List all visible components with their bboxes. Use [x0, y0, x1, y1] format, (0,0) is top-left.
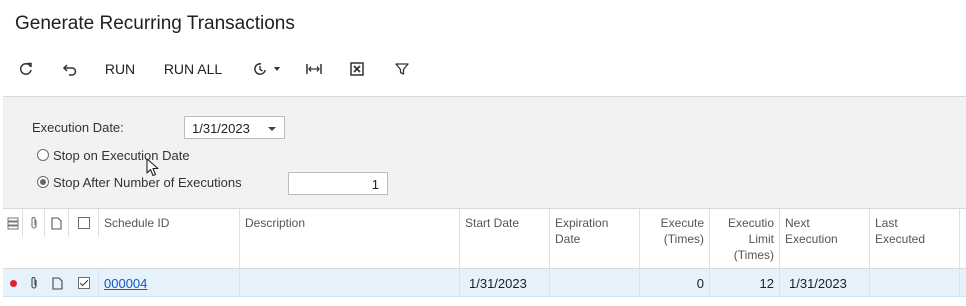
run-button[interactable]: RUN: [100, 55, 140, 83]
execution-date-value: 1/31/2023: [192, 121, 250, 136]
cell-start-date[interactable]: 1/31/2023: [460, 269, 550, 297]
row-status-indicator: [3, 269, 23, 297]
mouse-cursor-icon: [146, 158, 159, 177]
row-select-cell[interactable]: [69, 269, 99, 297]
execution-date-field[interactable]: 1/31/2023: [184, 116, 285, 139]
column-start-date[interactable]: Start Date: [460, 209, 550, 269]
column-next-execution[interactable]: Next Execution: [780, 209, 870, 269]
column-next-execution-line-1: Next: [785, 216, 810, 230]
chevron-down-icon: [274, 67, 280, 71]
table-row[interactable]: 000004 1/31/2023 0 12 1/31/2023: [3, 269, 966, 297]
column-last-executed[interactable]: Last Executed: [870, 209, 960, 269]
select-all-checkbox-cell[interactable]: [69, 209, 99, 237]
cell-expiration-date[interactable]: [550, 269, 640, 297]
column-description[interactable]: Description: [240, 209, 460, 269]
row-notes-button[interactable]: [45, 269, 69, 297]
stop-after-executions-radio[interactable]: [37, 176, 49, 188]
filter-panel: Execution Date: 1/31/2023 Stop on Execut…: [3, 96, 966, 208]
note-icon: [51, 216, 62, 230]
column-execution-limit-line-2: Limit: [748, 232, 774, 246]
filter-button[interactable]: [390, 55, 414, 83]
grid-header: Schedule ID Description Start Date Expir…: [3, 208, 966, 269]
paperclip-icon: [30, 217, 37, 229]
run-all-button[interactable]: RUN ALL: [160, 55, 226, 83]
note-icon: [51, 276, 63, 290]
cell-last-executed[interactable]: [870, 269, 960, 297]
execution-date-label: Execution Date:: [32, 120, 124, 135]
error-status-dot: [9, 279, 17, 287]
cell-next-execution[interactable]: 1/31/2023: [780, 269, 870, 297]
column-executed-times[interactable]: Execute (Times): [640, 209, 710, 269]
notes-column-header: [45, 209, 69, 237]
cell-description[interactable]: [240, 269, 460, 297]
filter-icon: [395, 63, 409, 75]
export-excel-button[interactable]: [345, 55, 369, 83]
refresh-icon: [20, 62, 32, 75]
grid-settings-icon: [7, 217, 18, 229]
column-execution-limit[interactable]: Executio Limit (Times): [710, 209, 780, 269]
column-next-execution-line-2: Execution: [785, 232, 838, 246]
refresh-button[interactable]: [14, 55, 38, 83]
cell-execution-limit[interactable]: 12: [710, 269, 780, 297]
column-executed-times-line-1: Execute: [660, 216, 704, 230]
stop-on-execution-date-radio[interactable]: [37, 149, 49, 161]
column-expiration-date[interactable]: Expiration Date: [550, 209, 640, 269]
cell-executed-times[interactable]: 0: [640, 269, 710, 297]
schedule-dropdown-button[interactable]: [246, 55, 286, 83]
select-all-checkbox[interactable]: [77, 217, 90, 229]
schedules-grid: Schedule ID Description Start Date Expir…: [3, 208, 966, 297]
row-select-checkbox[interactable]: [77, 277, 90, 289]
column-execution-limit-line-3: (Times): [733, 248, 774, 262]
cell-schedule-id[interactable]: 000004: [99, 269, 240, 297]
column-execution-limit-line-1: Executio: [727, 216, 774, 230]
undo-icon: [62, 64, 77, 76]
column-expiration-date-line-1: Expiration: [555, 216, 609, 230]
schedule-icon: [254, 63, 266, 75]
toolbar: RUN RUN ALL: [0, 55, 966, 83]
column-last-executed-line-2: Executed: [875, 232, 926, 246]
chevron-down-icon[interactable]: [268, 127, 276, 131]
export-excel-icon: [350, 62, 364, 76]
page-title: Generate Recurring Transactions: [15, 13, 295, 34]
row-files-button[interactable]: [23, 269, 45, 297]
column-schedule-id[interactable]: Schedule ID: [99, 209, 240, 269]
stop-on-execution-date-label[interactable]: Stop on Execution Date: [53, 148, 190, 163]
row-status-column-header[interactable]: [3, 209, 23, 237]
files-column-header: [23, 209, 45, 237]
fit-to-screen-button[interactable]: [302, 55, 326, 83]
paperclip-icon: [31, 277, 37, 289]
fit-to-screen-icon: [306, 64, 322, 74]
undo-button[interactable]: [57, 55, 81, 83]
schedule-id-link[interactable]: 000004: [104, 276, 147, 291]
column-last-executed-line-1: Last: [875, 216, 898, 230]
column-executed-times-line-2: (Times): [663, 232, 704, 246]
column-expiration-date-line-2: Date: [555, 232, 581, 246]
number-of-executions-input[interactable]: 1: [288, 172, 388, 195]
